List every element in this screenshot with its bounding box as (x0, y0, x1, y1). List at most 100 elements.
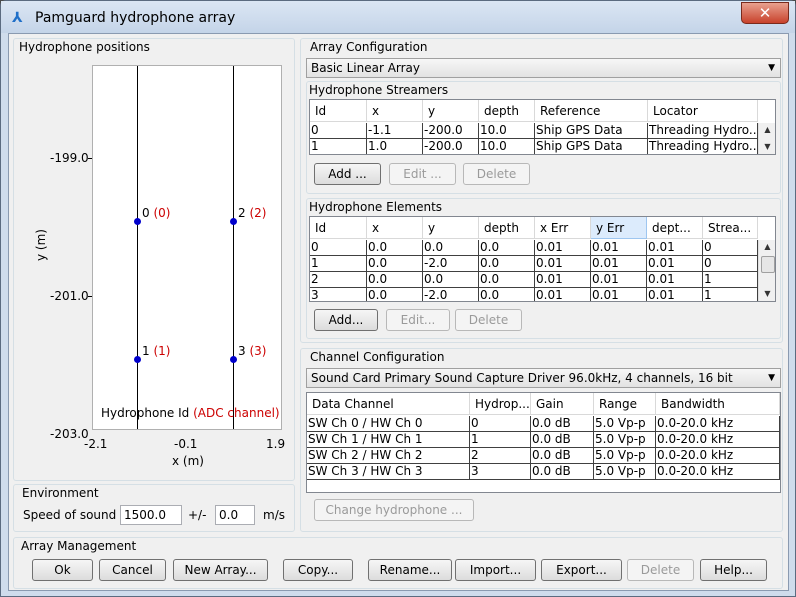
table-cell[interactable]: Threading Hydro... (648, 139, 758, 154)
table-cell[interactable]: -1.1 (367, 123, 423, 139)
table-cell[interactable]: 5.0 Vp-p (594, 416, 656, 432)
ok-button[interactable]: Ok (32, 559, 93, 581)
table-cell[interactable]: 0.01 (647, 272, 703, 288)
table-cell[interactable]: 1.0 (367, 139, 423, 154)
table-cell[interactable]: 0.0 dB (531, 464, 594, 480)
streamers-table[interactable]: Id x y depth Reference Locator 0 -1.1 -2… (309, 99, 776, 155)
add-element-button[interactable]: Add... (314, 309, 378, 331)
table-cell[interactable]: Ship GPS Data (535, 123, 648, 139)
table-cell[interactable]: 5.0 Vp-p (594, 448, 656, 464)
column-header[interactable]: Locator (648, 100, 758, 122)
column-header[interactable]: x (367, 217, 423, 239)
channel-table[interactable]: Data Channel Hydrop... Gain Range Bandwi… (306, 392, 781, 493)
table-cell[interactable]: 0.01 (647, 240, 703, 256)
table-cell[interactable]: SW Ch 0 / HW Ch 0 (307, 416, 470, 432)
column-header[interactable]: y (423, 100, 479, 122)
table-cell[interactable]: 0.0 dB (531, 416, 594, 432)
copy-button[interactable]: Copy... (283, 559, 353, 581)
table-cell[interactable]: 2 (470, 448, 531, 464)
column-header[interactable]: depth (479, 217, 535, 239)
elements-scrollbar[interactable]: ▲ ▼ (758, 240, 775, 301)
speed-error-input[interactable]: 0.0 (215, 505, 255, 525)
scroll-up-icon[interactable]: ▲ (759, 240, 775, 254)
table-cell[interactable]: 0.0 (367, 256, 423, 272)
edit-streamer-button[interactable]: Edit ... (389, 163, 456, 185)
array-plot[interactable]: 0 (0) 1 (1) 2 (2) 3 (3) Hydrophone Id (A… (92, 65, 282, 430)
table-cell[interactable]: 0.01 (535, 256, 591, 272)
table-cell[interactable]: 0.01 (591, 256, 647, 272)
scroll-thumb[interactable] (761, 256, 775, 273)
edit-element-button[interactable]: Edit... (386, 309, 450, 331)
scroll-up-icon[interactable]: ▲ (759, 123, 775, 137)
table-cell[interactable]: 2 (310, 272, 367, 288)
table-cell[interactable]: 0.01 (591, 272, 647, 288)
new-array-button[interactable]: New Array... (173, 559, 268, 581)
table-cell[interactable]: 0.0-20.0 kHz (656, 432, 780, 448)
scroll-down-icon[interactable]: ▼ (759, 140, 775, 154)
table-cell[interactable]: 3 (310, 288, 367, 301)
table-cell[interactable]: 0 (703, 256, 758, 272)
table-cell[interactable]: -2.0 (423, 288, 479, 301)
column-header[interactable]: Gain (531, 393, 594, 415)
column-header[interactable]: Id (310, 100, 367, 122)
array-type-select[interactable]: Basic Linear Array ▼ (306, 58, 781, 78)
add-streamer-button[interactable]: Add ... (314, 163, 381, 185)
table-cell[interactable]: 0.01 (647, 288, 703, 301)
table-cell[interactable]: 5.0 Vp-p (594, 464, 656, 480)
table-cell[interactable]: -200.0 (423, 123, 479, 139)
table-cell[interactable]: 10.0 (479, 139, 535, 154)
table-cell[interactable]: 0.01 (591, 240, 647, 256)
table-cell[interactable]: 0.0 (479, 256, 535, 272)
streamers-scrollbar[interactable]: ▲ ▼ (758, 123, 775, 154)
table-cell[interactable]: 0.01 (647, 256, 703, 272)
table-cell[interactable]: 0.0 (367, 288, 423, 301)
sound-source-select[interactable]: Sound Card Primary Sound Capture Driver … (306, 368, 781, 388)
title-bar[interactable]: ⅄ Pamguard hydrophone array ✕ (1, 1, 795, 33)
table-cell[interactable]: -200.0 (423, 139, 479, 154)
column-header[interactable]: Bandwidth (656, 393, 780, 415)
table-cell[interactable]: 0 (703, 240, 758, 256)
table-cell[interactable]: 0.01 (591, 288, 647, 301)
table-cell[interactable]: 0.0 (423, 272, 479, 288)
change-hydrophone-button[interactable]: Change hydrophone ... (314, 499, 474, 521)
column-header[interactable]: Strea... (703, 217, 758, 239)
import-button[interactable]: Import... (455, 559, 536, 581)
table-cell[interactable]: 0.0 (479, 288, 535, 301)
table-cell[interactable]: 1 (470, 432, 531, 448)
speed-of-sound-input[interactable]: 1500.0 (120, 505, 182, 525)
table-cell[interactable]: 1 (703, 272, 758, 288)
column-header[interactable]: Id (310, 217, 367, 239)
delete-streamer-button[interactable]: Delete (463, 163, 530, 185)
table-cell[interactable]: 0.0-20.0 kHz (656, 464, 780, 480)
table-cell[interactable]: 1 (310, 139, 367, 154)
table-cell[interactable]: 0.0 dB (531, 448, 594, 464)
table-cell[interactable]: 0.01 (535, 240, 591, 256)
table-cell[interactable]: 0 (470, 416, 531, 432)
table-cell[interactable]: SW Ch 3 / HW Ch 3 (307, 464, 470, 480)
table-cell[interactable]: Ship GPS Data (535, 139, 648, 154)
table-cell[interactable]: 1 (310, 256, 367, 272)
table-cell[interactable]: 0.0 (367, 272, 423, 288)
table-cell[interactable]: 0.0-20.0 kHz (656, 448, 780, 464)
column-header[interactable]: Data Channel (307, 393, 470, 415)
table-cell[interactable]: -2.0 (423, 256, 479, 272)
column-header[interactable]: dept... (647, 217, 703, 239)
table-cell[interactable]: 0.0 (367, 240, 423, 256)
table-cell[interactable]: 0 (310, 240, 367, 256)
table-cell[interactable]: SW Ch 1 / HW Ch 1 (307, 432, 470, 448)
table-cell[interactable]: Threading Hydro... (648, 123, 758, 139)
table-cell[interactable]: SW Ch 2 / HW Ch 2 (307, 448, 470, 464)
delete-array-button[interactable]: Delete (627, 559, 694, 581)
export-button[interactable]: Export... (541, 559, 622, 581)
table-cell[interactable]: 0.0 (479, 240, 535, 256)
column-header[interactable]: Range (594, 393, 656, 415)
elements-table[interactable]: Id x y depth x Err y Err dept... Strea..… (309, 216, 776, 302)
cancel-button[interactable]: Cancel (99, 559, 166, 581)
table-cell[interactable]: 0.0 dB (531, 432, 594, 448)
column-header[interactable]: Hydrop... (470, 393, 531, 415)
table-cell[interactable]: 10.0 (479, 123, 535, 139)
help-button[interactable]: Help... (700, 559, 767, 581)
table-cell[interactable]: 1 (703, 288, 758, 301)
table-cell[interactable]: 5.0 Vp-p (594, 432, 656, 448)
column-header[interactable]: y (423, 217, 479, 239)
